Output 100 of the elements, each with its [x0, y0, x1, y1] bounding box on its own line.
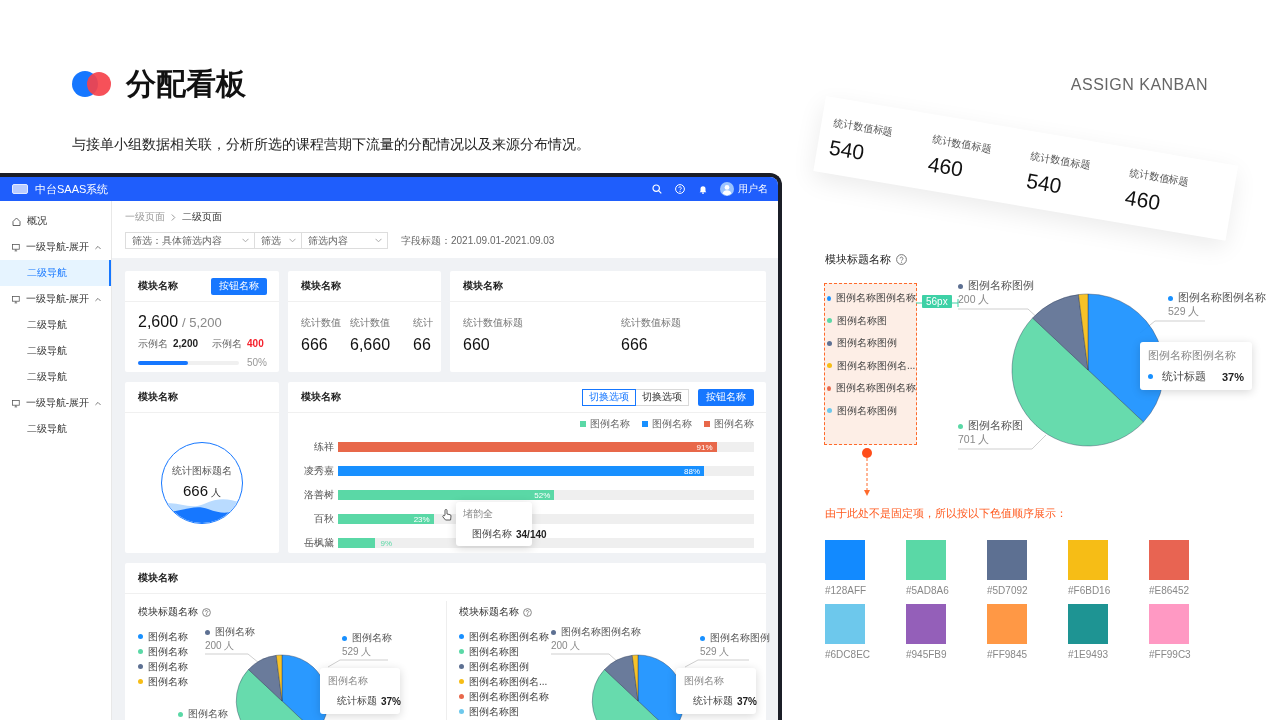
- logo-icon: [72, 70, 112, 98]
- stat-value: 66: [413, 336, 432, 354]
- nav-item[interactable]: 二级导航: [0, 260, 111, 286]
- card-title: 模块名称: [301, 390, 342, 404]
- help-icon: [202, 607, 211, 617]
- app-title: 中台SAAS系统: [35, 181, 109, 197]
- tooltip-title: 图例名称: [684, 674, 725, 688]
- color-code: #5D7092: [987, 585, 1029, 596]
- pie-value: 529 人: [342, 644, 373, 658]
- stat-label: 统计: [413, 316, 434, 330]
- bar-label: 练祥: [313, 440, 334, 454]
- card-title: 模块名称: [138, 279, 179, 293]
- legend-item: 图例名称: [138, 644, 188, 659]
- nav-item[interactable]: 二级导航: [0, 364, 111, 390]
- data-label: 91%: [696, 442, 714, 452]
- legend-item: 图例名称: [642, 417, 692, 431]
- legend-item: 图例名称: [704, 417, 754, 431]
- page-title: 分配看板: [126, 66, 246, 102]
- search-icon[interactable]: [652, 184, 662, 194]
- stat-value: 666: [301, 336, 329, 354]
- legend-item: 图例名称: [138, 674, 188, 689]
- avatar-icon[interactable]: [720, 182, 734, 196]
- stat-total: / 5,200: [182, 315, 222, 330]
- legend-item: 图例名称图例: [459, 659, 549, 674]
- nav-item[interactable]: 一级导航-展开: [0, 286, 111, 312]
- toggle-option[interactable]: 切换选项: [582, 388, 636, 406]
- note-text: 由于此处不是固定项，所以按以下色值顺序展示：: [825, 506, 1067, 521]
- pie-label: 图例名称图: [968, 419, 1023, 431]
- nav-item[interactable]: 概况: [0, 208, 111, 234]
- monitor-icon: [12, 398, 20, 408]
- stat-label: 统计数值: [350, 316, 391, 330]
- color-code: #6DC8EC: [825, 649, 872, 660]
- page-description: 与接单小组数据相关联，分析所选的课程营期下流量的分配情况以及来源分布情况。: [72, 136, 590, 154]
- help-icon: [523, 607, 532, 617]
- tooltip-value: 34/140: [516, 528, 547, 540]
- card-title: 模块名称: [138, 571, 179, 585]
- bell-icon[interactable]: [698, 184, 708, 194]
- tooltip-title: 图例名称: [328, 674, 369, 688]
- nav-item[interactable]: 二级导航: [0, 338, 111, 364]
- breadcrumb-item[interactable]: 二级页面: [182, 210, 222, 224]
- filter-select[interactable]: 筛选: [255, 232, 302, 249]
- monitor-icon: [12, 242, 20, 252]
- legend-item: 图例名称: [138, 629, 188, 644]
- color-code: #F6BD16: [1068, 585, 1112, 596]
- data-label: 88%: [684, 466, 702, 476]
- color-code: #FF99C3: [1149, 649, 1192, 660]
- app-logo-icon: [12, 184, 28, 194]
- color-code: #E86452: [1149, 585, 1191, 596]
- chevron-down-icon: [289, 238, 296, 243]
- nav-item[interactable]: 一级导航-展开: [0, 234, 111, 260]
- data-label: 23%: [413, 514, 431, 524]
- legend-item: 图例名称图: [459, 644, 549, 659]
- legend-item: 图例名称: [138, 659, 188, 674]
- bar-label: 百秋: [313, 512, 334, 526]
- primary-button[interactable]: 按钮名称: [211, 277, 267, 295]
- tooltip-label: 统计标题: [693, 694, 733, 708]
- help-icon[interactable]: [675, 184, 685, 194]
- pie-label: 图例名称: [352, 632, 392, 643]
- chevron-down-icon: [375, 238, 382, 243]
- card-title: 模块名称: [301, 279, 342, 293]
- stat-value: 666: [621, 336, 649, 354]
- tooltip-label: 图例名称: [472, 527, 512, 541]
- date-range: 字段标题：2021.09.01-2021.09.03: [401, 233, 555, 248]
- user-name[interactable]: 用户名: [738, 182, 768, 196]
- bar-label: 凌秀嘉: [303, 464, 334, 478]
- color-code: #128AFF: [825, 585, 868, 596]
- nav-item[interactable]: 二级导航: [0, 416, 111, 442]
- example-value: 400: [247, 338, 264, 349]
- filter-select[interactable]: 筛选：具体筛选内容: [125, 232, 255, 249]
- primary-button[interactable]: 按钮名称: [698, 388, 754, 406]
- tooltip-title: 堵韵全: [463, 507, 494, 521]
- legend-item: 图例名称图例: [827, 399, 916, 422]
- pie-value: 200 人: [958, 292, 991, 307]
- leader-line: [204, 653, 260, 664]
- filter-select[interactable]: 筛选内容: [302, 232, 388, 249]
- tooltip-value: 37%: [381, 695, 401, 707]
- nav-item[interactable]: 一级导航-展开: [0, 390, 111, 416]
- card-title: 模块名称: [463, 279, 504, 293]
- monitor-icon: [12, 294, 20, 304]
- pie-label: 图例名称: [188, 708, 228, 719]
- data-label: 52%: [534, 490, 552, 500]
- legend-item: 图例名称图例名称: [459, 689, 549, 704]
- chevron-right-icon: [171, 213, 176, 221]
- pie-label: 图例名称图例: [968, 279, 1034, 291]
- section-title: 模块标题名称: [138, 605, 198, 619]
- page-subtitle: ASSIGN KANBAN: [1070, 76, 1208, 94]
- stat-label: 统计数值标题: [621, 316, 682, 330]
- example-label: 示例名: [212, 338, 243, 349]
- bar-label: 岳枫黛: [303, 536, 334, 550]
- pie-label: 图例名称图例名称: [561, 626, 641, 637]
- pie-value: 200 人: [551, 638, 582, 652]
- legend-item: 图例名称: [580, 417, 630, 431]
- stat-label: 统计数值标题: [463, 316, 524, 330]
- example-value: 2,200: [173, 338, 199, 349]
- pie-value: 200 人: [205, 638, 236, 652]
- card-title: 模块名称: [138, 390, 179, 404]
- toggle-option[interactable]: 切换选项: [636, 388, 689, 406]
- nav-item[interactable]: 二级导航: [0, 312, 111, 338]
- spacing-tag: 56px: [922, 295, 952, 308]
- tooltip-label: 统计标题: [337, 694, 377, 708]
